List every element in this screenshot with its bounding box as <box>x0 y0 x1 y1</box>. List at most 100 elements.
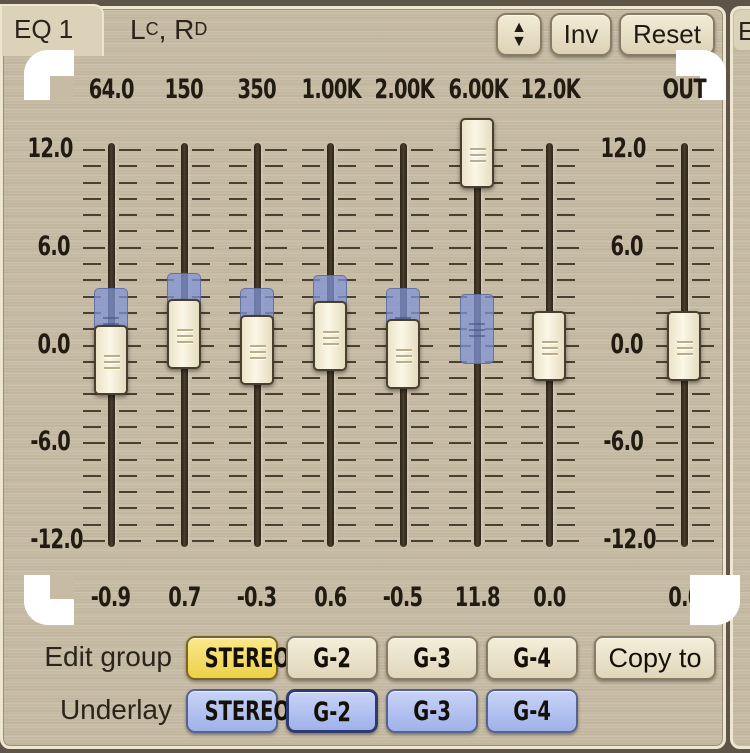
edit-group-stereo-button[interactable]: STEREO <box>186 636 290 680</box>
scale-tick <box>656 230 674 233</box>
grip-line <box>177 341 193 344</box>
band-value-label[interactable]: -0.3 <box>217 582 297 613</box>
scale-tick <box>375 507 393 510</box>
scale-tick <box>375 409 393 412</box>
frequency-text: 350 <box>237 74 277 105</box>
scale-tick <box>192 393 210 396</box>
channel-sep: , <box>158 14 175 45</box>
scale-tick <box>521 474 539 477</box>
scale-tick <box>557 442 579 445</box>
scale-tick <box>156 393 174 396</box>
edit-group-g4-button[interactable]: G-4 <box>486 636 578 680</box>
tab-eq1[interactable]: EQ 1 <box>0 4 104 56</box>
scale-tick <box>375 491 393 494</box>
scale-label-left: 0.0 <box>10 329 71 360</box>
frequency-text: 150 <box>164 74 204 105</box>
scale-tick <box>485 442 507 445</box>
scale-tick <box>692 165 710 168</box>
band-fader-thumb[interactable] <box>240 315 274 386</box>
scale-tick <box>229 425 247 428</box>
band-fader-thumb[interactable] <box>460 118 494 189</box>
scale-tick <box>656 197 674 200</box>
scale-tick <box>411 425 429 428</box>
scale-tick <box>485 474 503 477</box>
scale-tick <box>411 214 429 217</box>
band-value-label[interactable]: 0.6 <box>290 582 370 613</box>
scale-tick <box>485 279 503 282</box>
scale-tick <box>656 540 678 542</box>
band-fader-thumb[interactable] <box>313 300 347 371</box>
scale-tick <box>411 507 429 510</box>
scale-tick <box>192 181 210 184</box>
scale-tick <box>119 458 137 461</box>
scale-tick <box>375 230 393 233</box>
scale-tick <box>521 491 539 494</box>
scale-tick <box>156 377 174 380</box>
scale-tick <box>156 165 174 168</box>
underlay-g4-button[interactable]: G-4 <box>486 689 578 733</box>
scale-tick <box>229 474 247 477</box>
invert-button[interactable]: Inv <box>550 13 612 56</box>
scale-tick <box>521 442 543 445</box>
scale-tick <box>302 425 320 428</box>
scale-tick <box>411 279 429 282</box>
scale-tick <box>302 474 320 477</box>
scale-tick <box>692 181 710 184</box>
band-fader-thumb[interactable] <box>94 325 128 396</box>
scale-tick <box>411 523 429 526</box>
scale-tick <box>557 214 575 217</box>
scale-tick <box>192 214 210 217</box>
scale-tick <box>338 149 360 151</box>
band-value-label[interactable]: 0.0 <box>509 582 589 613</box>
scale-tick <box>302 377 320 380</box>
band-value-label[interactable]: 0.7 <box>144 582 224 613</box>
band-value-label[interactable]: -0.9 <box>71 582 151 613</box>
scale-tick <box>302 246 324 249</box>
band-fader-thumb[interactable] <box>532 310 566 381</box>
scale-tick <box>302 540 324 542</box>
scale-tick <box>83 263 101 266</box>
grip-line <box>469 323 485 326</box>
scale-tick <box>83 523 101 526</box>
scale-text: -12.0 <box>30 524 83 555</box>
scale-tick <box>119 442 141 445</box>
copy-to-button[interactable]: Copy to <box>594 636 716 680</box>
scale-tick <box>156 263 174 266</box>
scale-tick <box>411 409 429 412</box>
edit-group-g3-button[interactable]: G-3 <box>386 636 478 680</box>
scale-tick <box>557 246 579 249</box>
scale-tick <box>119 165 137 168</box>
band-value-label[interactable]: -0.5 <box>363 582 443 613</box>
scale-tick <box>119 507 137 510</box>
scale-tick <box>521 295 539 298</box>
scale-tick <box>229 230 247 233</box>
scale-tick <box>485 409 503 412</box>
grip-line <box>677 346 693 349</box>
underlay-stereo-button[interactable]: STEREO <box>186 689 290 733</box>
grip-line <box>396 360 412 363</box>
band-value-label[interactable]: 11.8 <box>437 582 517 613</box>
scale-tick <box>692 279 710 282</box>
underlay-g3-button[interactable]: G-3 <box>386 689 478 733</box>
output-fader-thumb[interactable] <box>667 310 701 381</box>
scale-tick <box>302 214 320 217</box>
scale-tick <box>449 442 471 445</box>
edit-group-g2-button[interactable]: G-2 <box>286 636 378 680</box>
tab-eq2[interactable]: E <box>734 10 750 50</box>
value-text: 11.8 <box>454 582 500 613</box>
up-down-arrows-button[interactable]: ▲ ▼ <box>496 13 542 56</box>
next-panel <box>730 6 750 749</box>
scale-tick <box>557 295 575 298</box>
scale-tick <box>229 540 251 542</box>
band-fader-thumb[interactable] <box>386 318 420 389</box>
band-fader-thumb[interactable] <box>167 299 201 370</box>
band-frequency-label: 150 <box>144 74 224 105</box>
scale-label-right: 0.0 <box>583 329 644 360</box>
scale-tick <box>411 246 433 249</box>
band-frequency-label: 6.00K <box>437 74 517 105</box>
scale-tick <box>521 458 539 461</box>
frequency-text: 64.0 <box>88 74 134 105</box>
scale-tick <box>692 474 710 477</box>
underlay-g2-button[interactable]: G-2 <box>286 689 378 733</box>
scale-tick <box>375 458 393 461</box>
